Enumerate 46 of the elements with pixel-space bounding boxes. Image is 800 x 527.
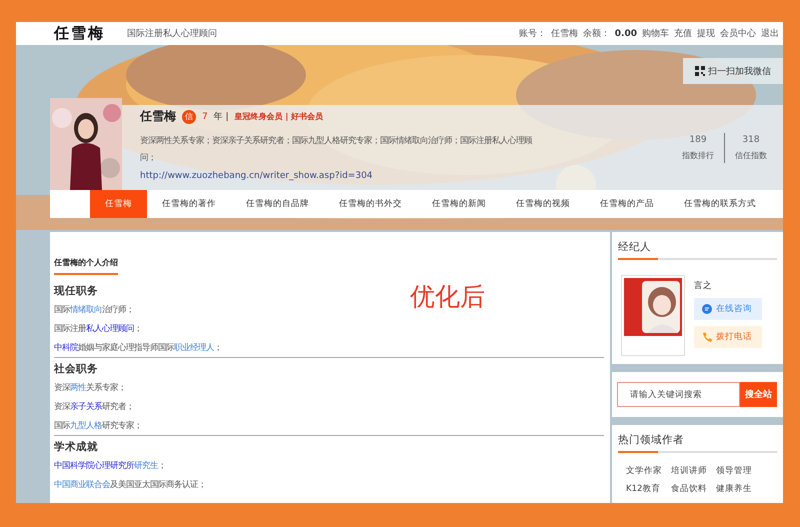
intro-link[interactable]: 中国科学院心理研究所 <box>54 460 134 470</box>
category-link[interactable]: 文学作家 <box>626 465 662 477</box>
topbar-link[interactable]: 会员中心 <box>720 27 756 40</box>
card-title: 经纪人 <box>618 240 651 254</box>
category-link[interactable]: 健康养生 <box>716 483 752 495</box>
intro-line: 中国商业联合会及美国亚太国际商务认证； <box>54 479 207 490</box>
topbar-link[interactable]: 提现 <box>697 27 715 40</box>
section-heading: 现任职务 <box>54 284 98 298</box>
card-title: 热门领域作者 <box>618 433 684 447</box>
intro-line: 国际情绪取向治疗师； <box>54 304 135 315</box>
intro-line: 国际注册私人心理顾问； <box>54 323 143 334</box>
account-name: 任雪梅 <box>550 28 578 40</box>
balance-label: 余额： <box>582 28 610 40</box>
intro-link[interactable]: 中国商业联合会 <box>54 479 110 489</box>
balance-value: 0.00 <box>614 28 637 38</box>
intro-line: 国际九型人格研究专家； <box>54 420 143 431</box>
overlay-label: 优化后 <box>410 281 485 313</box>
intro-line: 资深亲子关系研究者； <box>54 401 135 412</box>
site-logo[interactable]: 任雪梅 <box>54 24 105 43</box>
intro-link[interactable]: 九型人格 <box>70 420 102 430</box>
section-heading: 社会职务 <box>54 362 98 376</box>
phone-icon <box>702 332 712 342</box>
intro-line: 中科院婚姻与家庭心理指导师国际职业经理人； <box>54 342 223 353</box>
topbar-link[interactable]: 充值 <box>674 27 692 40</box>
category-link[interactable]: 领导管理 <box>716 465 752 477</box>
category-link[interactable]: K12教育 <box>626 483 662 495</box>
topbar-link[interactable]: 购物车 <box>642 27 669 40</box>
intro-link[interactable]: 亲子关系 <box>70 401 102 411</box>
agent-name: 言之 <box>694 280 713 292</box>
account-label: 账号： <box>518 28 546 40</box>
intro-link[interactable]: 研究生 <box>134 460 158 470</box>
search-field[interactable]: 请输入关键词搜索 <box>617 382 740 407</box>
intro-link[interactable]: 职业经理人 <box>174 342 214 352</box>
site-tagline: 国际注册私人心理顾问 <box>127 28 217 40</box>
intro-link[interactable]: 两性 <box>70 382 86 392</box>
section-heading: 学术成就 <box>54 440 98 454</box>
intro-link[interactable]: 情绪取向 <box>70 304 102 314</box>
intro-line: 资深两性关系专家； <box>54 382 127 393</box>
category-link[interactable]: 培训讲师 <box>671 465 707 477</box>
intro-link[interactable]: 私人心理顾问 <box>86 323 134 333</box>
intro-line: 中国科学院心理研究所研究生； <box>54 460 167 471</box>
category-link[interactable]: 食品饮料 <box>671 483 707 495</box>
intro-link[interactable]: 中科院 <box>54 342 78 352</box>
chat-bubble-icon <box>702 304 712 314</box>
topbar-link[interactable]: 退出 <box>761 27 779 40</box>
section-title: 任雪梅的个人介绍 <box>54 257 118 275</box>
